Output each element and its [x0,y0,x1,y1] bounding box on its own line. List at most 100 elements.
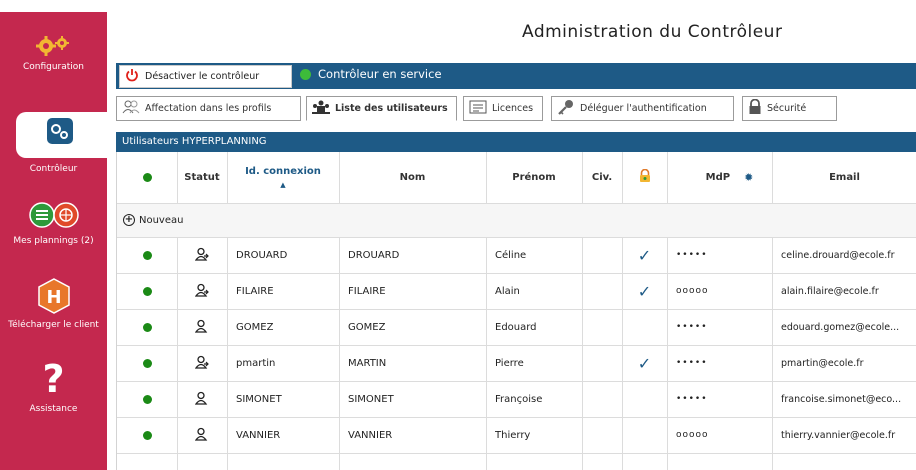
sidebar: Configuration Contrôleur Mes plannings (… [0,12,107,470]
table-row[interactable]: DROUARD DROUARD Céline ✓ ••••• celine.drouard… [117,237,916,273]
row-password-cell: ••••• [676,358,708,368]
column-divider [582,237,583,470]
sidebar-item-assistance[interactable]: ? Assistance [0,358,107,414]
row-status-cell [177,273,227,309]
deactivate-controller-button[interactable]: Désactiver le contrôleur [119,65,292,88]
check-icon: ✓ [637,245,652,265]
row-active-cell [117,381,177,417]
row-status-cell [177,417,227,453]
tab-licences[interactable]: Licences [463,96,543,121]
row-password-cell: ooooo [676,286,709,296]
col-email[interactable]: Email [772,152,916,203]
column-divider [339,237,340,470]
table-row[interactable]: GOMEZ GOMEZ Edouard ••••• edouard.gomez@ecol… [117,309,916,345]
column-divider [177,152,178,203]
col-id-connexion[interactable]: Id. connexion ▲ [227,152,339,203]
row-civ-cell [591,273,619,309]
row-civ-cell [591,417,619,453]
active-dot-icon [142,430,152,440]
tab-label: Liste des utilisateurs [335,103,448,114]
column-divider [622,237,623,470]
row-nom-cell: GOMEZ [348,321,386,333]
col-prenom[interactable]: Prénom [486,152,582,203]
column-divider [667,152,668,203]
sidebar-item-label: Assistance [29,404,78,414]
settings-gear-icon[interactable]: ✹ [744,171,753,184]
col-active[interactable] [117,152,177,203]
tab-deleguer-authentification[interactable]: Déléguer l'authentification [551,96,734,121]
row-prenom-cell: Françoise [495,393,543,405]
sidebar-item-telecharger[interactable]: H Télécharger le client [0,278,107,330]
row-password-cell: ••••• [676,250,708,260]
new-user-button[interactable]: + Nouveau [117,203,916,237]
deactivate-label: Désactiver le contrôleur [145,71,260,82]
sidebar-item-plannings[interactable]: Mes plannings (2) [0,200,107,246]
row-id-cell: VANNIER [236,429,281,441]
user-connected-icon [194,247,209,264]
row-status-cell [177,345,227,381]
row-id-cell: pmartin [236,357,276,369]
row-id-cell: GOMEZ [236,321,274,333]
tab-label: Sécurité [767,103,807,114]
row-password-cell: ooooo [676,430,709,440]
row-status-cell [177,237,227,273]
table-row[interactable]: VANNIER VANNIER Thierry ooooo thierry.vannie… [117,417,916,453]
col-civ[interactable]: Civ. [582,152,622,203]
power-icon [125,68,139,85]
col-lock[interactable] [622,152,667,203]
tab-securite[interactable]: Sécurité [742,96,837,121]
row-active-cell [117,309,177,345]
lock-icon [748,98,762,118]
tab-affectation[interactable]: Affectation dans les profils [116,96,301,121]
row-divider [117,453,916,454]
gears-icon [0,34,107,62]
check-icon: ✓ [637,353,652,373]
tab-label: Déléguer l'authentification [580,103,707,114]
row-nom-cell: FILAIRE [348,285,386,297]
row-password-cell: ••••• [676,394,708,404]
tab-liste-utilisateurs[interactable]: Liste des utilisateurs [306,96,457,121]
column-divider [772,237,773,470]
row-id-cell: SIMONET [236,393,282,405]
col-statut[interactable]: Statut [177,152,227,203]
table-row[interactable]: SIMONET SIMONET Françoise ••••• francoise.si… [117,381,916,417]
row-prenom-cell: Alain [495,285,520,297]
row-nom-cell: VANNIER [348,429,393,441]
page-title: Administration du Contrôleur [522,22,783,42]
column-divider [227,152,228,203]
table-row[interactable]: pmartin MARTIN Pierre ✓ ••••• pmartin@ecole.f… [117,345,916,381]
row-id-cell: FILAIRE [236,285,274,297]
sidebar-item-configuration[interactable]: Configuration [0,34,107,72]
table-row[interactable]: FILAIRE FILAIRE Alain ✓ ooooo alain.filaire@e… [117,273,916,309]
users-profile-icon [122,100,140,117]
column-divider [486,237,487,470]
active-dot-icon [142,173,152,182]
row-nom-cell: MARTIN [348,357,387,369]
lock-color-icon [638,168,652,186]
section-title: Utilisateurs HYPERPLANNING [116,132,916,152]
app-window: Configuration Contrôleur Mes plannings (… [0,0,916,470]
service-status: Contrôleur en service [300,67,442,81]
user-icon [194,391,209,408]
col-mdp[interactable]: MdP ✹ [667,152,772,203]
row-divider [117,237,916,238]
column-divider [486,152,487,203]
service-status-label: Contrôleur en service [318,67,442,81]
row-nom-cell: DROUARD [348,249,400,261]
column-divider [582,152,583,203]
sidebar-item-controleur[interactable]: Contrôleur [0,116,107,174]
row-civ-cell [591,381,619,417]
sidebar-item-label: Contrôleur [29,164,78,174]
question-icon: ? [42,357,65,401]
row-active-cell [117,345,177,381]
row-email-cell: celine.drouard@ecole.fr [781,249,895,261]
row-prenom-cell: Edouard [495,321,537,333]
row-divider [117,345,916,346]
row-check-cell: ✓ [622,345,667,381]
plannings-icon [0,200,107,236]
row-active-cell [117,417,177,453]
row-civ-cell [591,237,619,273]
sidebar-item-label: Mes plannings (2) [13,236,94,246]
col-nom[interactable]: Nom [339,152,486,203]
sidebar-item-label: Télécharger le client [8,320,99,330]
